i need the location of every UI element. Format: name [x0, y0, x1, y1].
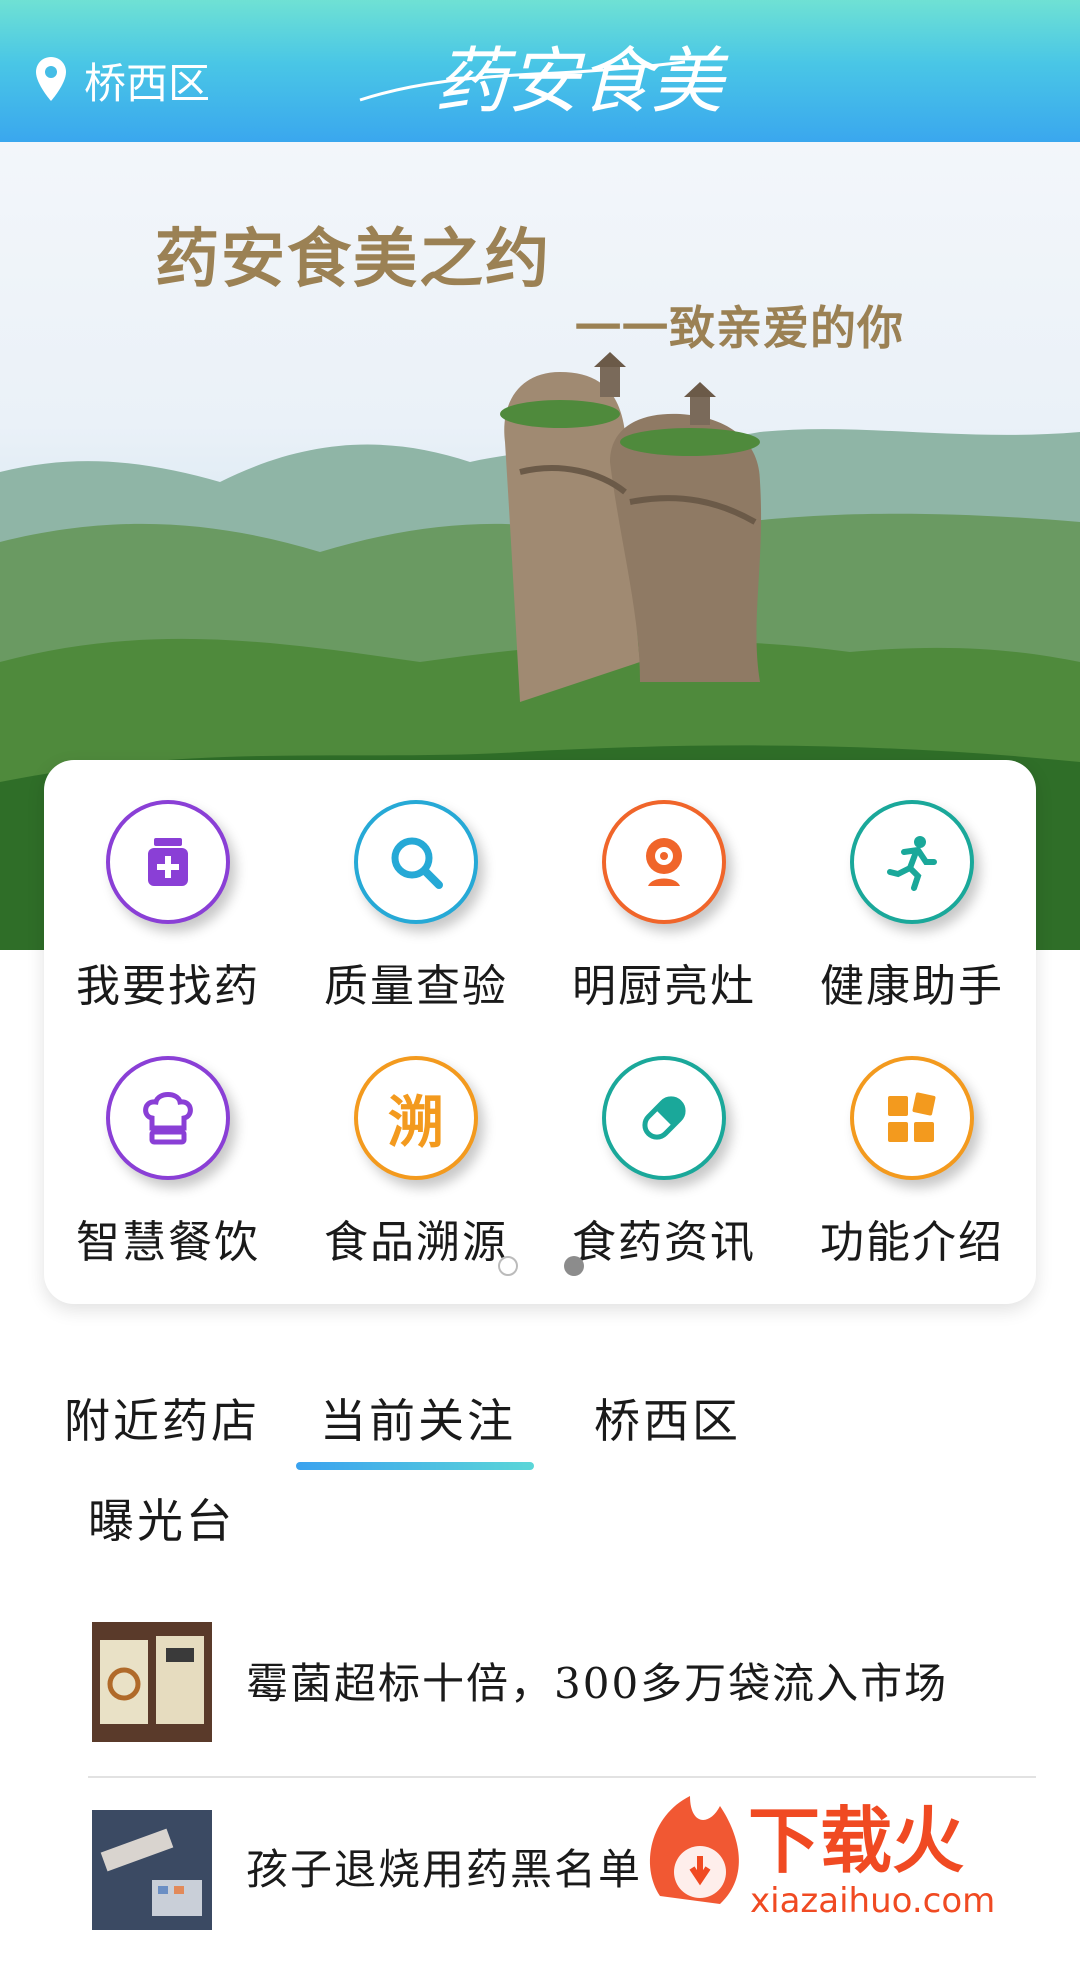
services-card: 我要找药 质量查验 明厨亮灶 健康助手 智慧餐饮 溯 食品溯源 食药资讯 功能介… — [44, 760, 1036, 1304]
app-header: 桥西区 药安食美 — [0, 0, 1080, 142]
location-label: 桥西区 — [84, 59, 211, 107]
news-title: 霉菌超标十倍，300多万袋流入市场 — [246, 1659, 949, 1708]
news-thumbnail — [92, 1622, 212, 1742]
active-tab-indicator — [296, 1462, 534, 1470]
pill-icon — [602, 1056, 726, 1180]
service-label: 功能介绍 — [820, 1217, 1004, 1268]
services-grid: 我要找药 质量查验 明厨亮灶 健康助手 智慧餐饮 溯 食品溯源 食药资讯 功能介… — [44, 800, 1036, 1312]
service-label: 智慧餐饮 — [76, 1217, 260, 1268]
service-label: 健康助手 — [820, 961, 1004, 1012]
trace-icon-glyph: 溯 — [388, 1090, 444, 1156]
service-open-kitchen[interactable]: 明厨亮灶 — [540, 800, 788, 1056]
running-person-icon — [850, 800, 974, 924]
service-health-assistant[interactable]: 健康助手 — [788, 800, 1036, 1056]
service-find-medicine[interactable]: 我要找药 — [44, 800, 292, 1056]
chef-hat-icon — [106, 1056, 230, 1180]
watermark: 下载火 xiazaihuo.com — [650, 1796, 995, 1919]
camera-icon — [602, 800, 726, 924]
news-item[interactable]: 霉菌超标十倍，300多万袋流入市场 — [0, 1600, 1080, 1790]
tab-qiaoxi-district[interactable]: 桥西区 — [594, 1385, 741, 1451]
banner-subtitle: 一一致亲爱的你 — [575, 302, 904, 354]
watermark-url: xiazaihuo.com — [750, 1881, 995, 1919]
page-indicator — [498, 1256, 584, 1276]
news-title: 孩子退烧用药黑名单 — [246, 1845, 643, 1894]
page-dot-1[interactable] — [498, 1256, 518, 1276]
app-logo: 药安食美 — [359, 39, 729, 123]
page-dot-2-active[interactable] — [564, 1256, 584, 1276]
grid-icon — [850, 1056, 974, 1180]
watermark-brand: 下载火 — [748, 1799, 964, 1883]
location-selector[interactable]: 桥西区 — [34, 52, 210, 108]
location-pin-icon — [36, 57, 66, 101]
service-label: 质量查验 — [324, 961, 508, 1012]
search-icon — [354, 800, 478, 924]
tab-exposure[interactable]: 曝光台 — [88, 1485, 235, 1551]
news-thumbnail — [92, 1810, 212, 1930]
banner-title: 药安食美之约 — [155, 223, 551, 295]
tab-current-focus[interactable]: 当前关注 — [320, 1385, 516, 1451]
medicine-bottle-icon — [106, 800, 230, 924]
service-label: 明厨亮灶 — [572, 961, 756, 1012]
tab-nearby-pharmacy[interactable]: 附近药店 — [64, 1385, 260, 1451]
service-quality-check[interactable]: 质量查验 — [292, 800, 540, 1056]
service-label: 我要找药 — [76, 961, 260, 1012]
service-smart-dining[interactable]: 智慧餐饮 — [44, 1056, 292, 1312]
trace-source-icon: 溯 — [354, 1056, 478, 1180]
service-feature-intro[interactable]: 功能介绍 — [788, 1056, 1036, 1312]
logo-text: 药安食美 — [435, 39, 729, 123]
news-tabs: 附近药店 当前关注 桥西区 曝光台 — [0, 1385, 1080, 1575]
